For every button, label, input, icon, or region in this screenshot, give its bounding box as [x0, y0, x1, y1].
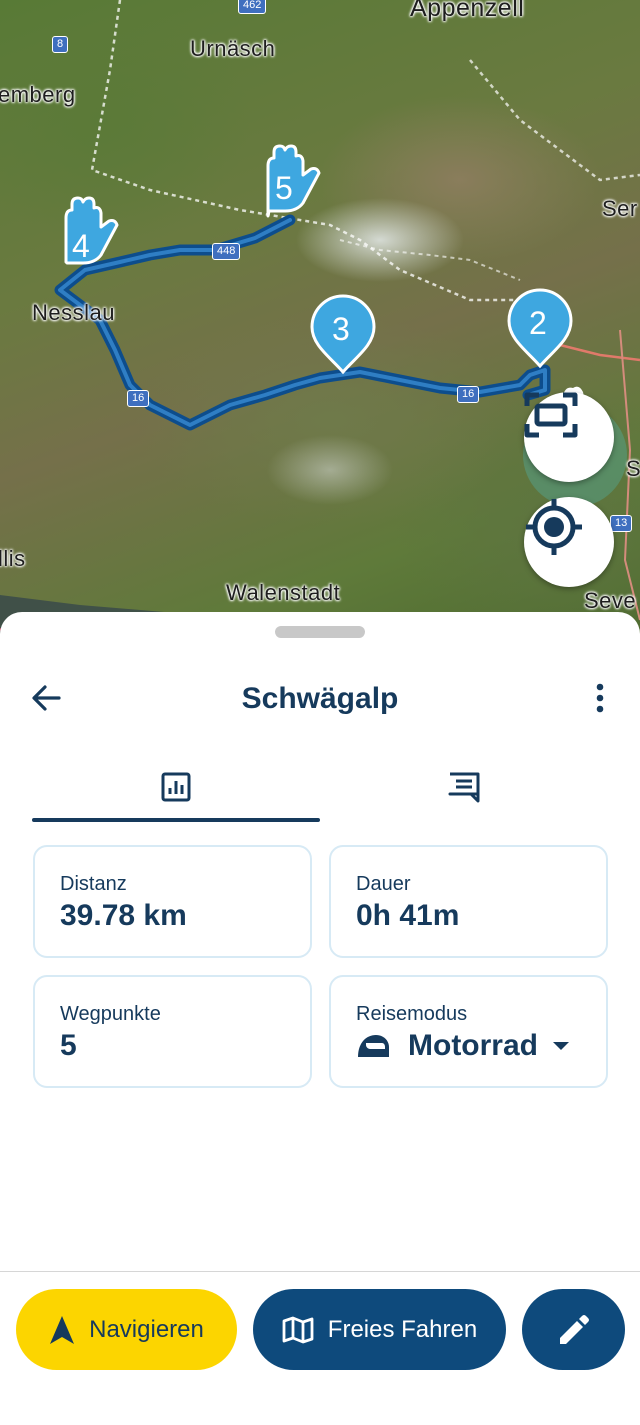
distance-label: Distanz — [60, 873, 127, 895]
my-location-icon — [526, 499, 582, 555]
place-label-emberg: emberg — [0, 82, 76, 107]
edit-route-button[interactable] — [522, 1289, 625, 1370]
waypoint-number-5: 5 — [275, 170, 294, 206]
sheet-drag-handle[interactable] — [275, 626, 365, 638]
waypoint-number-2: 2 — [529, 305, 548, 341]
navigation-arrow-icon — [50, 1315, 75, 1344]
navigate-label: Navigieren — [89, 1315, 204, 1343]
road-shield-13: 13 — [610, 515, 633, 532]
waypoint-number-3: 3 — [332, 311, 351, 347]
navigate-button[interactable]: Navigieren — [16, 1289, 237, 1370]
waypoints-value: 5 — [60, 1029, 77, 1062]
road-shield-462: 462 — [238, 0, 267, 14]
waypoint-number-4: 4 — [72, 228, 91, 264]
waypoints-card: Wegpunkte 5 — [33, 975, 312, 1088]
place-label-seve: Seve — [584, 588, 637, 613]
duration-label: Dauer — [356, 873, 411, 895]
distance-card: Distanz 39.78 km — [33, 845, 312, 958]
action-bar: Navigieren Freies Fahren — [0, 1272, 640, 1425]
road-shield-448: 448 — [212, 243, 241, 260]
place-label-nesslau: Nesslau — [32, 300, 115, 325]
free-ride-button[interactable]: Freies Fahren — [253, 1289, 506, 1370]
chevron-down-icon — [553, 1042, 569, 1050]
comment-icon — [448, 772, 480, 803]
detail-tabs — [32, 752, 608, 822]
tab-comments[interactable] — [320, 752, 608, 822]
travel-mode-label: Reisemodus — [356, 1003, 468, 1025]
duration-card: Dauer 0h 41m — [329, 845, 608, 958]
statistics-icon — [161, 772, 191, 802]
travel-mode-value: Motorrad — [408, 1029, 538, 1062]
travel-mode-card[interactable]: Reisemodus Motorrad — [329, 975, 608, 1088]
fit-route-icon — [524, 392, 578, 438]
map-view[interactable]: 2 3 4 5 Appenzell Urnäsch emberg Nesslau… — [0, 0, 640, 640]
waypoints-label: Wegpunkte — [60, 1003, 161, 1025]
tab-statistics[interactable] — [32, 752, 320, 822]
place-label-urnaesch: Urnäsch — [190, 36, 276, 61]
travel-mode-selector[interactable]: Motorrad — [356, 1029, 570, 1063]
my-location-button[interactable] — [524, 497, 614, 587]
duration-value: 0h 41m — [356, 899, 460, 932]
more-vertical-icon — [596, 683, 604, 713]
distance-value: 39.78 km — [60, 899, 187, 932]
road-shield-8: 8 — [52, 36, 69, 53]
fit-route-button[interactable] — [524, 392, 614, 482]
place-label-s: S — [626, 456, 640, 481]
road-shield-16-east: 16 — [457, 386, 480, 403]
place-label-ser: Ser — [602, 196, 638, 221]
more-options-button[interactable] — [580, 678, 620, 718]
sheet-header: Schwägalp — [0, 662, 640, 734]
pencil-icon — [559, 1314, 589, 1344]
place-label-llis: llis — [0, 546, 26, 571]
map-icon — [282, 1316, 314, 1343]
motorcycle-helmet-icon — [358, 1035, 389, 1057]
free-ride-label: Freies Fahren — [327, 1315, 478, 1343]
place-label-appenzell: Appenzell — [410, 0, 525, 22]
page-title: Schwägalp — [241, 682, 399, 715]
place-label-walenstadt: Walenstadt — [226, 580, 341, 605]
road-shield-16-west: 16 — [127, 390, 150, 407]
